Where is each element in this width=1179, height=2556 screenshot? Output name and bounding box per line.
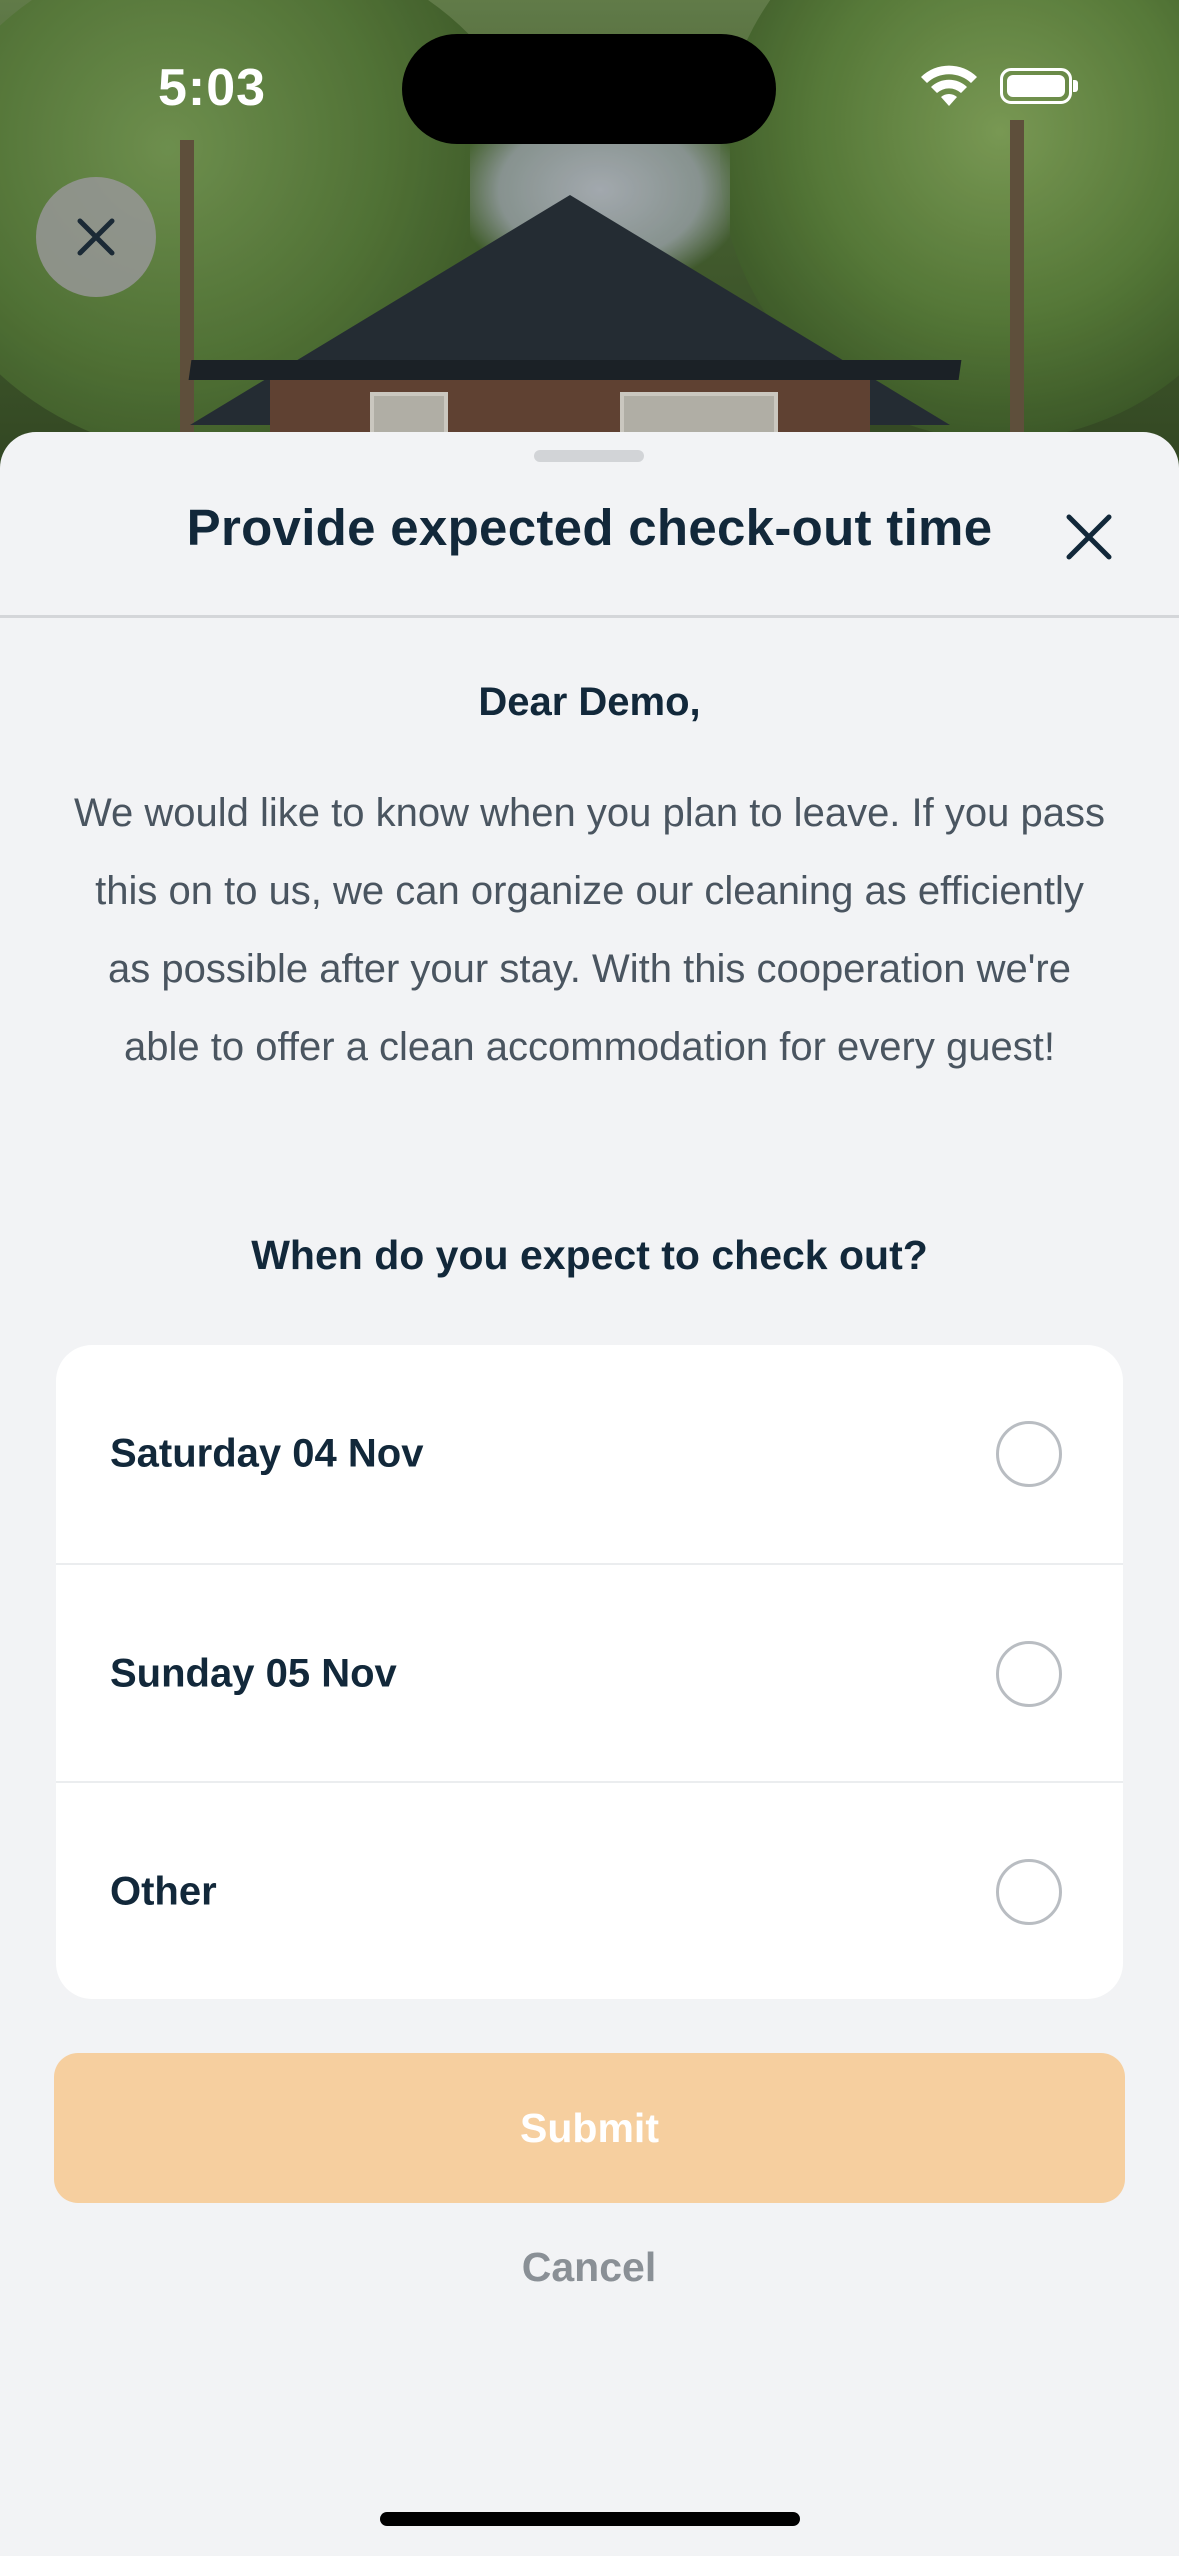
wifi-icon [921,65,977,106]
status-time: 5:03 [158,59,267,117]
greeting: Dear Demo, [478,680,701,724]
close-photo-button[interactable] [36,177,156,297]
dynamic-island [402,34,776,144]
battery-full-icon [1000,68,1078,104]
intro-text: We would like to know when you plan to l… [74,791,1105,1069]
checkout-question: When do you expect to check out? [251,1232,928,1278]
submit-button[interactable]: Submit [54,2053,1125,2203]
radio-button[interactable] [996,1859,1062,1925]
option-saturday[interactable]: Saturday 04 Nov [56,1345,1123,1563]
option-label: Other [110,1869,217,1914]
close-icon [77,218,115,256]
header-divider [0,615,1179,618]
sheet-title: Provide expected check-out time [186,499,993,556]
radio-button[interactable] [996,1641,1062,1707]
option-other[interactable]: Other [56,1781,1123,1999]
option-label: Saturday 04 Nov [110,1431,424,1476]
option-label: Sunday 05 Nov [110,1651,397,1696]
radio-button[interactable] [996,1421,1062,1487]
cancel-button[interactable]: Cancel [389,2232,789,2302]
sheet-grabber[interactable] [534,450,644,462]
home-indicator [380,2512,800,2526]
close-icon[interactable] [1060,508,1118,566]
checkout-options-list: Saturday 04 Nov Sunday 05 Nov Other [56,1345,1123,1999]
checkout-time-sheet: Provide expected check-out time Dear Dem… [0,432,1179,2556]
option-sunday[interactable]: Sunday 05 Nov [56,1563,1123,1783]
